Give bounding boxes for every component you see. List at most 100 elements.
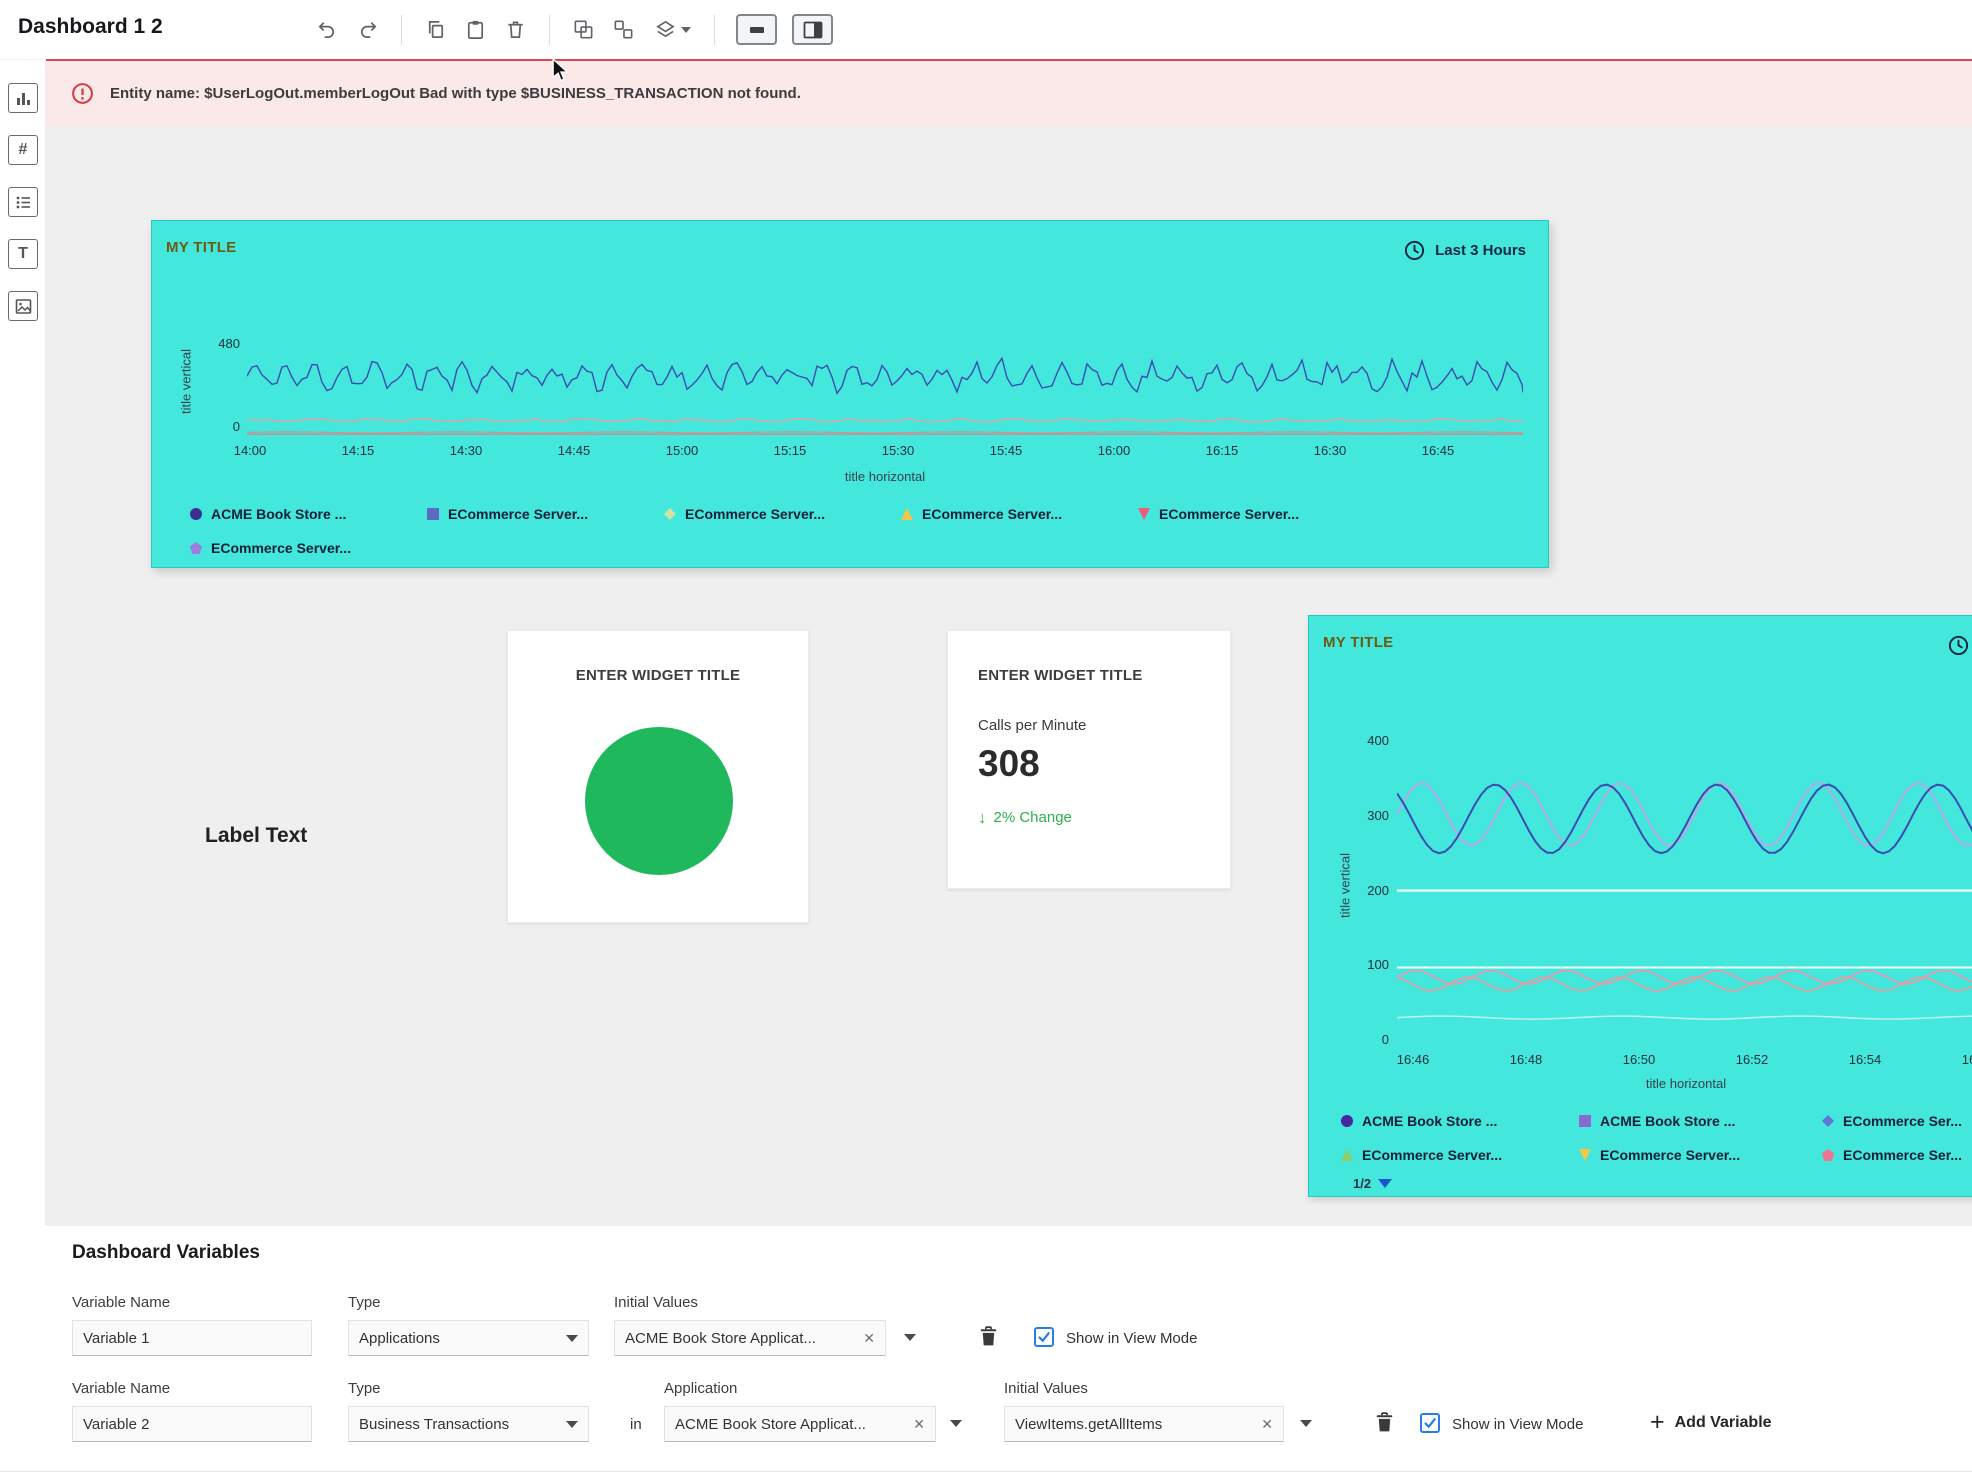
error-icon xyxy=(70,81,95,106)
timeseries-widget-1[interactable]: MY TITLE Last 3 Hours title vertical tit… xyxy=(151,220,1549,568)
error-message: Entity name: $UserLogOut.memberLogOut Ba… xyxy=(110,85,801,102)
redo-icon xyxy=(356,18,379,41)
dashboard-canvas[interactable]: MY TITLE Last 3 Hours title vertical tit… xyxy=(46,126,1972,1226)
error-banner: Entity name: $UserLogOut.memberLogOut Ba… xyxy=(46,59,1972,126)
token-text: ViewItems.getAllItems xyxy=(1015,1416,1162,1433)
chevron-down-icon xyxy=(1378,1179,1392,1188)
legend-item[interactable]: ECommerce Ser... xyxy=(1822,1112,1962,1130)
x-axis-tick: 16:52 xyxy=(1714,1052,1790,1067)
legend-label: ECommerce Server... xyxy=(1362,1147,1502,1163)
timeseries-widget-2[interactable]: MY TITLE title vertical title horizontal… xyxy=(1308,615,1972,1197)
legend-item[interactable]: ECommerce Server... xyxy=(901,505,1062,523)
health-widget[interactable]: ENTER WIDGET TITLE xyxy=(507,630,809,923)
x-axis-tick: 16:45 xyxy=(1400,443,1476,458)
clear-icon[interactable]: ✕ xyxy=(863,1330,875,1347)
clock-icon xyxy=(1403,239,1426,262)
field-label: Application xyxy=(664,1380,737,1397)
legend-item[interactable]: ACME Book Store ... xyxy=(1579,1112,1735,1130)
application-field[interactable]: ACME Book Store Applicat... ✕ xyxy=(664,1406,936,1442)
delete-variable-button[interactable] xyxy=(976,1323,1001,1350)
triangle-down-marker-icon xyxy=(1138,508,1150,520)
text-widget-button[interactable]: T xyxy=(8,239,38,269)
check-icon xyxy=(1423,1416,1437,1430)
legend-item[interactable]: ACME Book Store ... xyxy=(1341,1112,1497,1130)
type-select[interactable]: Applications xyxy=(348,1320,589,1356)
chevron-down-icon[interactable] xyxy=(1300,1420,1312,1427)
image-widget-button[interactable] xyxy=(8,291,38,321)
token-text: ACME Book Store Applicat... xyxy=(625,1330,816,1347)
list-widget-button[interactable] xyxy=(8,187,38,217)
ungroup-button[interactable] xyxy=(606,12,641,47)
x-axis-tick: 15:15 xyxy=(752,443,828,458)
list-icon xyxy=(13,192,34,213)
bottom-panel-toggle-button[interactable] xyxy=(736,14,777,45)
group-button[interactable] xyxy=(566,12,601,47)
initial-values-field[interactable]: ACME Book Store Applicat... ✕ xyxy=(614,1320,886,1356)
show-in-view-mode-checkbox[interactable] xyxy=(1034,1327,1054,1347)
legend-label: ACME Book Store ... xyxy=(1600,1113,1735,1129)
layers-button[interactable] xyxy=(646,12,698,47)
clock-icon[interactable] xyxy=(1947,634,1970,657)
copy-button[interactable] xyxy=(418,12,453,47)
trash-icon xyxy=(976,1323,1001,1350)
clear-icon[interactable]: ✕ xyxy=(913,1416,925,1433)
clear-icon[interactable]: ✕ xyxy=(1261,1416,1273,1433)
undo-button[interactable] xyxy=(310,12,345,47)
image-icon xyxy=(13,296,34,317)
chevron-down-icon xyxy=(566,1421,578,1428)
legend-item[interactable]: ECommerce Server... xyxy=(1579,1146,1740,1164)
topbar: Dashboard 1 2 xyxy=(0,0,1972,59)
field-label: Variable Name xyxy=(72,1380,170,1397)
hash-icon: # xyxy=(19,141,28,159)
paste-button[interactable] xyxy=(458,12,493,47)
label-widget[interactable]: Label Text xyxy=(205,824,307,848)
legend-pagination[interactable]: 1/2 xyxy=(1353,1176,1392,1191)
change-label: 2% Change xyxy=(994,809,1072,826)
legend-label: ACME Book Store ... xyxy=(211,506,346,522)
field-label: Type xyxy=(348,1380,381,1397)
metric-widget[interactable]: ENTER WIDGET TITLE Calls per Minute 308 … xyxy=(947,630,1231,889)
ungroup-icon xyxy=(612,18,635,41)
legend-item[interactable]: ECommerce Server... xyxy=(427,505,588,523)
add-variable-label: Add Variable xyxy=(1675,1414,1772,1432)
x-axis-tick: 14:30 xyxy=(428,443,504,458)
divider xyxy=(0,1471,1972,1472)
panel-title: Dashboard Variables xyxy=(72,1242,260,1264)
delete-button[interactable] xyxy=(498,12,533,47)
numeric-widget-button[interactable]: # xyxy=(8,135,38,165)
checkbox-label: Show in View Mode xyxy=(1066,1330,1197,1347)
select-value: Applications xyxy=(359,1330,440,1347)
delete-variable-button[interactable] xyxy=(1372,1409,1397,1436)
x-axis-tick: 16:54 xyxy=(1827,1052,1903,1067)
dashboard-title: Dashboard 1 2 xyxy=(18,15,163,39)
add-variable-button[interactable]: + Add Variable xyxy=(1650,1410,1772,1435)
legend-item[interactable]: ECommerce Server... xyxy=(190,539,351,557)
variable-name-input[interactable] xyxy=(72,1406,312,1442)
time-range-selector[interactable]: Last 3 Hours xyxy=(1403,239,1526,262)
chevron-down-icon[interactable] xyxy=(950,1420,962,1427)
right-panel-toggle-button[interactable] xyxy=(792,14,833,45)
y-axis-tick: 0 xyxy=(184,419,240,434)
widget-tool-sidebar: # T xyxy=(0,59,46,1226)
chart-widget-button[interactable] xyxy=(8,83,38,113)
field-label: Type xyxy=(348,1294,381,1311)
check-icon xyxy=(1037,1330,1051,1344)
legend-item[interactable]: ECommerce Server... xyxy=(1138,505,1299,523)
variable-name-input[interactable] xyxy=(72,1320,312,1356)
legend-item[interactable]: ECommerce Server... xyxy=(664,505,825,523)
legend-item[interactable]: ECommerce Ser... xyxy=(1822,1146,1962,1164)
show-in-view-mode-checkbox[interactable] xyxy=(1420,1413,1440,1433)
y-axis-tick: 0 xyxy=(1333,1032,1389,1047)
redo-button[interactable] xyxy=(350,12,385,47)
line-chart xyxy=(1397,730,1972,1040)
health-status-circle xyxy=(585,727,733,875)
down-arrow-icon: ↓ xyxy=(978,809,987,826)
chevron-down-icon[interactable] xyxy=(904,1334,916,1341)
legend-item[interactable]: ECommerce Server... xyxy=(1341,1146,1502,1164)
legend-item[interactable]: ACME Book Store ... xyxy=(190,505,346,523)
y-axis-tick: 300 xyxy=(1333,808,1389,823)
type-select[interactable]: Business Transactions xyxy=(348,1406,589,1442)
metric-label: Calls per Minute xyxy=(978,717,1086,734)
undo-icon xyxy=(316,18,339,41)
initial-values-field[interactable]: ViewItems.getAllItems ✕ xyxy=(1004,1406,1284,1442)
